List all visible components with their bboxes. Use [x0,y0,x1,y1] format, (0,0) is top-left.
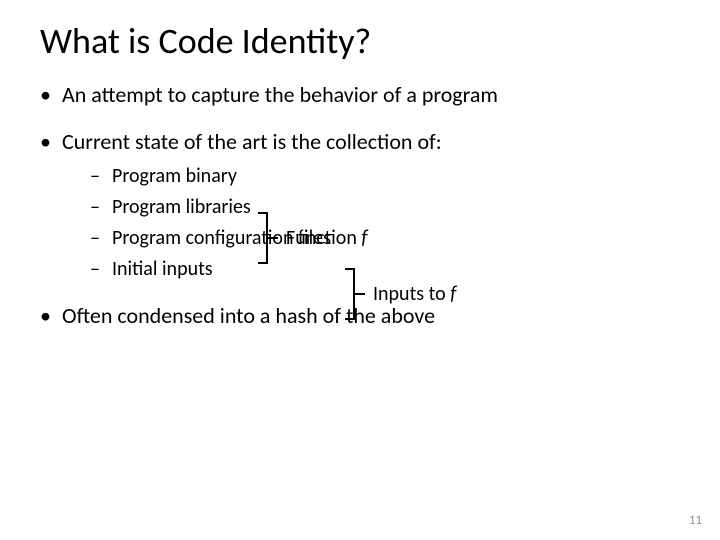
label-prefix: Inputs to [373,282,450,306]
bracket-label-function: Function f [286,226,368,250]
sub-bullet-list: Program binary Program libraries Program… [62,163,680,283]
sub-bullet-item: Program libraries [90,194,680,221]
slide-title: What is Code Identity? [40,22,680,62]
bullet-text: An attempt to capture the behavior of a … [62,81,498,108]
bullet-text: Current state of the art is the collecti… [62,128,442,155]
bullet-item: Often condensed into a hash of the above [40,301,680,331]
bracket-label-inputs: Inputs to f [373,282,456,306]
sub-bullet-item: Initial inputs [90,256,680,283]
sub-bullet-item: Program configuration files [90,225,680,252]
sub-bullet-text: Program binary [112,164,237,188]
bullet-text: Often condensed into a hash of the above [62,302,435,329]
bullet-item: Current state of the art is the collecti… [40,127,680,283]
bracket-tick-icon [353,293,365,295]
bracket-icon [258,212,268,264]
slide: What is Code Identity? An attempt to cap… [0,0,720,540]
bullet-item: An attempt to capture the behavior of a … [40,80,680,110]
sub-bullet-text: Initial inputs [112,257,213,281]
label-prefix: Function [286,226,361,250]
label-var: f [450,282,456,306]
sub-bullet-item: Program binary [90,163,680,190]
bracket-tick-icon [266,237,278,239]
page-number: 11 [689,513,702,528]
sub-bullet-text: Program libraries [112,195,251,219]
label-var: f [361,226,367,250]
bracket-icon [345,268,355,320]
